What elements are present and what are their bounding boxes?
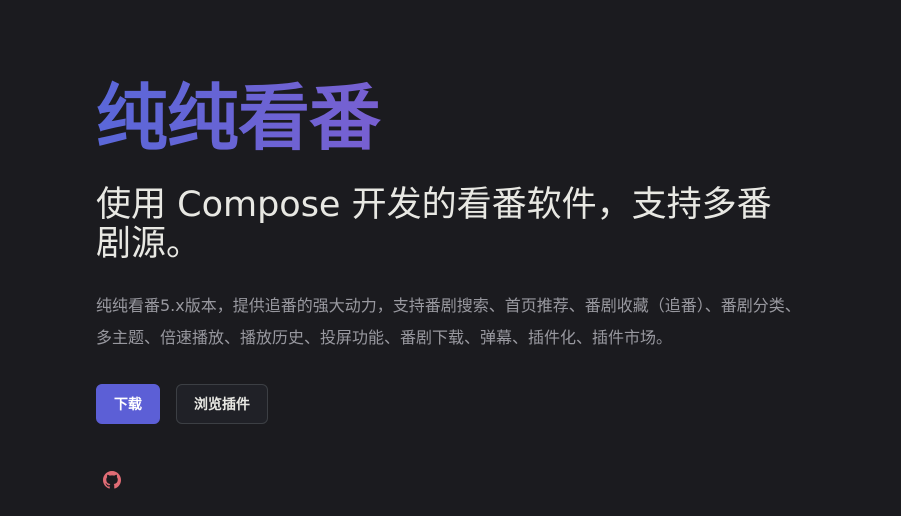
hero-actions: 下载 浏览插件 xyxy=(96,384,826,424)
hero-tagline: 使用 Compose 开发的看番软件，支持多番剧源。 xyxy=(96,185,772,264)
download-button[interactable]: 下载 xyxy=(96,384,160,424)
github-link[interactable] xyxy=(103,471,121,489)
browse-plugins-button[interactable]: 浏览插件 xyxy=(176,384,268,424)
hero-title: 纯纯看番 xyxy=(96,78,826,158)
hero-section: 纯纯看番 使用 Compose 开发的看番软件，支持多番剧源。 纯纯看番5.x版… xyxy=(96,78,826,424)
hero-description: 纯纯看番5.x版本，提供追番的强大动力，支持番剧搜索、首页推荐、番剧收藏（追番）… xyxy=(96,296,801,347)
github-icon xyxy=(103,471,121,489)
